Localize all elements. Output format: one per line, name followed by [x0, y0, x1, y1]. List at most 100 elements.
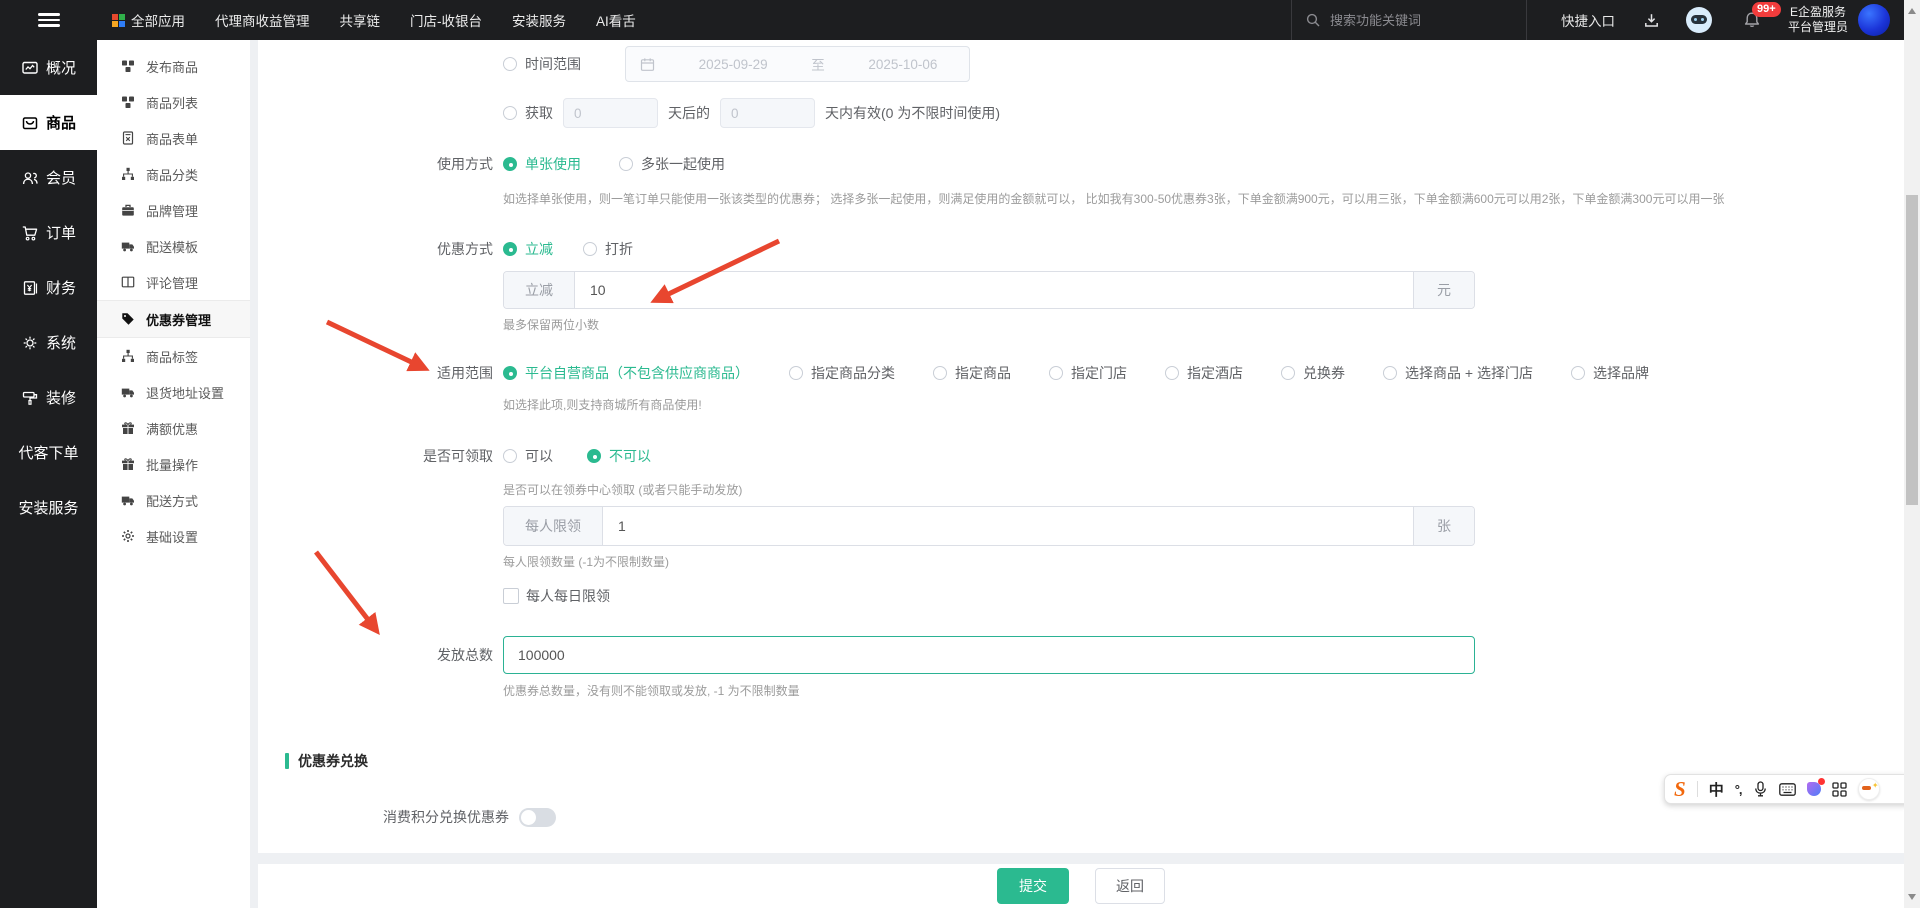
sidebar-item-label: 系统 — [45, 335, 76, 352]
scrollbar-thumb[interactable] — [1906, 195, 1918, 505]
top-menu-store-cashier[interactable]: 门店-收银台 — [395, 10, 497, 30]
scope-goods-store-label[interactable]: 选择商品 + 选择门店 — [1405, 363, 1533, 383]
back-button[interactable]: 返回 — [1095, 868, 1165, 904]
menu-return-address[interactable]: 退货地址设置 — [97, 374, 250, 410]
ime-keyboard-icon[interactable] — [1778, 782, 1796, 796]
ime-skin-icon[interactable] — [1806, 778, 1825, 796]
notifications[interactable]: 99+ — [1742, 2, 1781, 30]
submit-button[interactable]: 提交 — [997, 868, 1069, 904]
menu-full-discount[interactable]: 满额优惠 — [97, 410, 250, 446]
scope-brand-radio[interactable] — [1570, 366, 1585, 380]
date-range-picker[interactable]: 2025-09-29 至 2025-10-06 — [625, 46, 970, 82]
hamburger-menu-icon[interactable] — [0, 10, 97, 30]
truck-icon — [121, 496, 134, 506]
scope-goods-radio[interactable] — [933, 366, 947, 380]
menu-goods-list[interactable]: 商品列表 — [97, 84, 250, 120]
usage-single-radio[interactable] — [503, 157, 517, 171]
scope-brand-label[interactable]: 选择品牌 — [1593, 363, 1649, 383]
ime-language-toggle[interactable]: 中 — [1709, 779, 1724, 800]
scope-category-radio[interactable] — [789, 366, 803, 380]
scope-voucher-label[interactable]: 兑换券 — [1303, 363, 1345, 383]
avatar[interactable] — [1858, 4, 1890, 36]
usage-multi-radio[interactable] — [619, 157, 633, 171]
claim-yes-radio[interactable] — [503, 449, 517, 463]
top-menu-all-apps[interactable]: 全部应用 — [97, 10, 200, 30]
ime-tools-grid-icon[interactable] — [1831, 781, 1847, 797]
menu-batch-ops[interactable]: 批量操作 — [97, 446, 250, 482]
menu-label: 批量操作 — [146, 457, 199, 473]
download-icon[interactable] — [1643, 12, 1660, 29]
sogou-logo-icon[interactable]: S — [1674, 778, 1686, 800]
daily-limit-label[interactable]: 每人每日限领 — [526, 586, 610, 606]
claim-yes-label[interactable]: 可以 — [525, 446, 553, 466]
discount-reduce-label[interactable]: 立减 — [525, 239, 553, 259]
menu-delivery-method[interactable]: 配送方式 — [97, 482, 250, 518]
points-exchange-toggle[interactable] — [519, 807, 556, 827]
sidebar-item-finance[interactable]: 财务 — [0, 260, 97, 315]
scrollbar-down-arrow[interactable] — [1908, 894, 1916, 900]
scope-hotel-radio[interactable] — [1165, 366, 1179, 380]
sidebar-item-overview[interactable]: 概况 — [0, 40, 97, 95]
finance-icon — [23, 280, 38, 295]
menu-brand-manage[interactable]: 品牌管理 — [97, 192, 250, 228]
claim-row: 是否可领取 可以 不可以 — [258, 446, 1904, 466]
notification-dot — [1817, 778, 1825, 785]
discount-amount-input[interactable] — [575, 272, 1413, 308]
claim-no-label[interactable]: 不可以 — [609, 446, 651, 466]
usage-label: 使用方式 — [437, 156, 493, 172]
form-footer: 提交 返回 — [258, 864, 1904, 908]
menu-review-manage[interactable]: 评论管理 — [97, 264, 250, 300]
scope-hotel-label[interactable]: 指定酒店 — [1187, 363, 1243, 383]
menu-coupon-manage[interactable]: 优惠券管理 — [97, 300, 250, 338]
scope-store-label[interactable]: 指定门店 — [1071, 363, 1127, 383]
scope-store-radio[interactable] — [1049, 366, 1063, 380]
menu-goods-category[interactable]: 商品分类 — [97, 156, 250, 192]
quick-entry-link[interactable]: 快捷入口 — [1561, 10, 1615, 30]
sidebar-item-members[interactable]: 会员 — [0, 150, 97, 205]
top-menu-share-chain[interactable]: 共享链 — [325, 10, 396, 30]
sidebar-item-label: 商品 — [45, 115, 76, 132]
search-input[interactable] — [1327, 11, 1482, 29]
ai-assistant-icon[interactable] — [1685, 7, 1712, 33]
menu-publish-goods[interactable]: 发布商品 — [97, 48, 250, 84]
document-icon — [122, 131, 134, 145]
menu-basic-settings[interactable]: 基础设置 — [97, 518, 250, 554]
discount-percent-radio[interactable] — [583, 242, 597, 256]
total-count-input[interactable] — [503, 636, 1475, 674]
scope-voucher-radio[interactable] — [1281, 366, 1295, 380]
valid-days-input[interactable] — [720, 98, 815, 128]
days-after-input[interactable] — [563, 98, 658, 128]
discount-percent-label[interactable]: 打折 — [605, 239, 633, 259]
ime-punctuation-toggle[interactable]: °, — [1735, 782, 1743, 797]
menu-delivery-template[interactable]: 配送模板 — [97, 228, 250, 264]
top-menu-install-service[interactable]: 安装服务 — [497, 10, 581, 30]
top-menu-ai-tongue[interactable]: AI看舌 — [581, 10, 651, 30]
ime-mic-icon[interactable] — [1753, 781, 1768, 797]
acquire-radio[interactable] — [503, 106, 517, 120]
scope-category-label[interactable]: 指定商品分类 — [811, 363, 895, 383]
claim-no-radio[interactable] — [587, 449, 601, 463]
ime-assistant-icon[interactable]: ✦ — [1857, 778, 1880, 800]
sidebar-item-goods[interactable]: 商品 — [0, 95, 97, 150]
sidebar-item-system[interactable]: 系统 — [0, 315, 97, 370]
time-range-radio[interactable] — [503, 57, 517, 71]
sidebar-item-install-service[interactable]: 安装服务 — [0, 480, 97, 535]
daily-limit-checkbox[interactable] — [503, 588, 519, 604]
scope-platform-label[interactable]: 平台自营商品（不包含供应商商品） — [525, 363, 749, 383]
scrollbar-up-arrow[interactable] — [1908, 8, 1916, 14]
menu-goods-tags[interactable]: 商品标签 — [97, 338, 250, 374]
scope-platform-radio[interactable] — [503, 366, 517, 380]
usage-multi-label[interactable]: 多张一起使用 — [641, 154, 725, 174]
usage-single-label[interactable]: 单张使用 — [525, 154, 581, 174]
discount-reduce-radio[interactable] — [503, 242, 517, 256]
global-search[interactable] — [1290, 0, 1527, 40]
menu-goods-form[interactable]: 商品表单 — [97, 120, 250, 156]
scope-goods-store-radio[interactable] — [1383, 366, 1397, 380]
sidebar-item-proxy-order[interactable]: 代客下单 — [0, 425, 97, 480]
top-menu-agent-revenue[interactable]: 代理商收益管理 — [200, 10, 325, 30]
per-user-limit-input[interactable] — [603, 507, 1413, 545]
user-menu[interactable]: E企盈服务 平台管理员 — [1788, 5, 1848, 35]
sidebar-item-orders[interactable]: 订单 — [0, 205, 97, 260]
scope-goods-label[interactable]: 指定商品 — [955, 363, 1011, 383]
sidebar-item-decorate[interactable]: 装修 — [0, 370, 97, 425]
